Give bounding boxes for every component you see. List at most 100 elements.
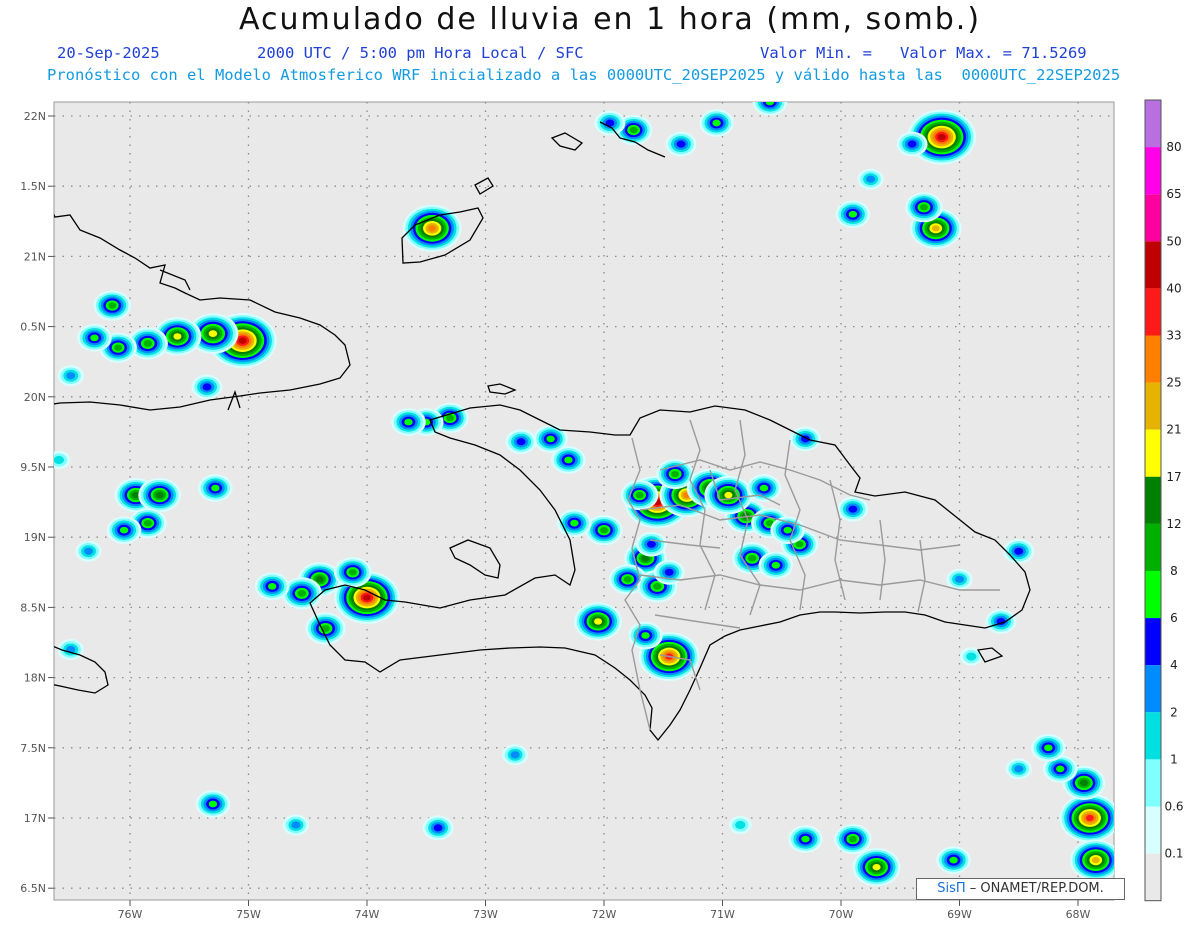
rain-contour xyxy=(1044,744,1053,752)
rain-contour xyxy=(735,820,746,830)
rain-cell xyxy=(533,425,568,453)
rain-cell xyxy=(1031,733,1066,762)
colorbar-swatch xyxy=(1145,147,1161,195)
rain-contour xyxy=(546,435,555,443)
colorbar-label: 17 xyxy=(1166,470,1181,484)
rain-contour xyxy=(1014,765,1024,773)
lon-tick-label: 74W xyxy=(355,908,380,921)
lat-tick-label: 9.5N xyxy=(20,461,46,474)
lat-tick-label: 1.5N xyxy=(20,180,46,193)
rain-contour xyxy=(510,751,520,759)
rain-contour xyxy=(363,594,371,601)
rain-contour xyxy=(848,835,857,843)
rain-contour xyxy=(866,175,876,183)
rain-contour xyxy=(1085,814,1094,822)
colorbar-swatch xyxy=(1145,288,1161,336)
lat-tick-label: 0.5N xyxy=(20,321,46,334)
colorbar-label: 65 xyxy=(1166,187,1181,201)
rain-cell xyxy=(57,365,84,387)
rain-cell xyxy=(594,110,626,136)
rain-contour xyxy=(623,576,632,583)
rain-contour xyxy=(404,418,413,426)
lon-tick-label: 69W xyxy=(947,908,972,921)
rain-cell xyxy=(1069,839,1114,881)
rain-cell xyxy=(505,429,537,455)
rain-contour xyxy=(211,484,220,492)
lon-tick-label: 75W xyxy=(236,908,261,921)
colorbar-swatch xyxy=(1145,241,1161,289)
rain-contour xyxy=(119,526,129,534)
rain-cell xyxy=(106,516,142,545)
rain-cell xyxy=(54,450,71,470)
rain-cell xyxy=(198,474,233,502)
rain-cell xyxy=(635,531,667,557)
rain-cell xyxy=(905,192,943,223)
lon-tick-label: 73W xyxy=(473,908,498,921)
colorbar-label: 1 xyxy=(1170,752,1178,766)
rain-contour xyxy=(1014,547,1024,555)
rain-cell xyxy=(333,557,372,588)
rain-contour xyxy=(771,561,781,569)
rain-contour xyxy=(238,337,247,344)
rain-contour xyxy=(433,824,443,832)
rain-contour xyxy=(428,225,437,232)
rain-contour xyxy=(848,505,858,513)
colorbar-label: 6 xyxy=(1170,611,1178,625)
colorbar-swatch xyxy=(1145,759,1161,807)
lat-tick-label: 19N xyxy=(24,531,46,544)
lon-tick-label: 70W xyxy=(829,908,854,921)
rain-cell xyxy=(837,496,869,522)
rain-contour xyxy=(90,334,99,342)
rain-contour xyxy=(143,519,152,527)
rain-cell xyxy=(1003,538,1035,564)
colorbar-label: 2 xyxy=(1170,705,1178,719)
rain-cell xyxy=(728,815,752,835)
rain-cell xyxy=(946,568,973,590)
colorbar-label: 8 xyxy=(1170,564,1178,578)
rain-contour xyxy=(795,541,804,548)
rain-contour xyxy=(445,414,454,422)
lat-tick-label: 7.5N xyxy=(20,742,46,755)
colorbar-label: 33 xyxy=(1166,329,1181,343)
lon-tick-label: 76W xyxy=(118,908,143,921)
rain-cell xyxy=(282,814,310,836)
rain-contour xyxy=(202,383,212,391)
rain-contour xyxy=(208,800,218,808)
rain-cell xyxy=(75,540,102,562)
rain-contour xyxy=(872,863,881,871)
rain-contour xyxy=(671,470,680,478)
lat-tick-label: 21N xyxy=(24,250,46,263)
rain-contour xyxy=(155,491,164,499)
rain-cell xyxy=(788,825,823,853)
rain-cell xyxy=(620,480,659,511)
rain-cell xyxy=(985,609,1017,634)
rain-cell xyxy=(852,847,901,887)
lat-tick-label: 17N xyxy=(24,812,46,825)
rain-cell xyxy=(704,475,753,515)
rain-cell xyxy=(422,815,454,841)
colorbar-swatch xyxy=(1145,665,1161,713)
colorbar-label: 12 xyxy=(1166,517,1181,531)
colorbar-label: 4 xyxy=(1170,658,1178,672)
colorbar-swatch xyxy=(1145,853,1161,901)
rain-contour xyxy=(570,519,579,527)
rain-contour xyxy=(594,618,603,625)
colorbar-label: 40 xyxy=(1166,281,1181,295)
rain-contour xyxy=(641,632,650,639)
rain-contour xyxy=(315,576,324,583)
colorbar-label: 50 xyxy=(1166,234,1181,248)
colorbar-swatch xyxy=(1145,382,1161,430)
rain-contour xyxy=(173,333,182,340)
colorbar-label: 0.1 xyxy=(1164,847,1183,861)
rain-contour xyxy=(954,575,965,583)
colorbar-label: 0.6 xyxy=(1164,800,1183,814)
sis-logo: SisΠ xyxy=(937,881,966,896)
colorbar-swatch xyxy=(1145,335,1161,383)
lat-tick-label: 20N xyxy=(24,391,46,404)
rain-contour xyxy=(291,821,301,829)
lon-tick-label: 68W xyxy=(1066,908,1091,921)
rain-contour xyxy=(83,547,94,555)
rain-map: 22N 1.5N 21N 0.5N 20N 9.5N 19N 8.5N 18N 7.5N 17N 6.… xyxy=(20,99,1184,921)
lon-tick-label: 71W xyxy=(710,908,735,921)
credit-text: – ONAMET/REP.DOM. xyxy=(969,881,1104,896)
